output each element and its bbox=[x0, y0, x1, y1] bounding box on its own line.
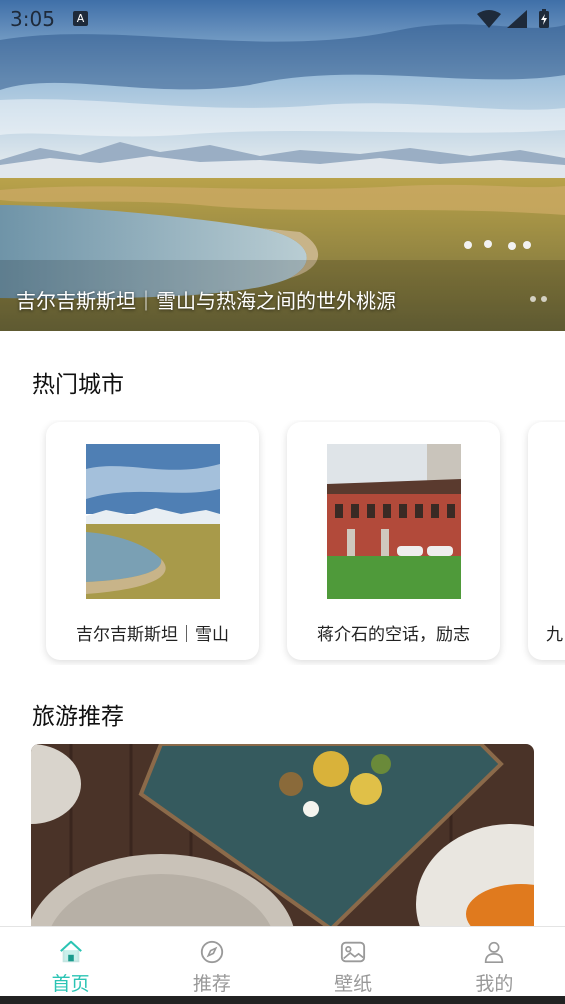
notification-icon: A bbox=[73, 11, 88, 26]
nav-mine-label: 我的 bbox=[475, 973, 514, 995]
city-card[interactable]: 吉尔吉斯斯坦｜雪山 bbox=[46, 422, 259, 660]
city-card-label: 蒋介石的空话，励志 bbox=[317, 625, 470, 645]
wifi-icon bbox=[477, 10, 501, 28]
home-icon bbox=[59, 940, 82, 963]
hot-cities-list[interactable]: 吉尔吉斯斯坦｜雪山 蒋介石的空话，励志 九 bbox=[0, 420, 565, 665]
carousel-indicator bbox=[530, 296, 547, 302]
nav-recommend[interactable]: 推荐 bbox=[141, 927, 282, 996]
city-card-image bbox=[86, 444, 220, 599]
image-icon bbox=[341, 941, 366, 963]
nav-wallpaper-label: 壁纸 bbox=[334, 973, 373, 995]
travel-card-image[interactable] bbox=[31, 744, 534, 934]
app-screen: 3:05 A 吉尔吉斯斯坦｜雪山与热海之间的世外桃源 热门城市 吉尔吉斯斯坦｜雪… bbox=[0, 0, 565, 1004]
carousel-dot bbox=[530, 296, 536, 302]
user-icon bbox=[485, 941, 504, 964]
nav-home-label: 首页 bbox=[51, 973, 90, 995]
status-bar: 3:05 A bbox=[0, 0, 565, 38]
city-card-image bbox=[327, 444, 461, 599]
travel-title: 旅游推荐 bbox=[32, 704, 124, 730]
city-card-label: 九 bbox=[546, 625, 563, 645]
nav-recommend-label: 推荐 bbox=[192, 973, 231, 995]
status-icons bbox=[477, 9, 549, 28]
banner-carousel[interactable]: 3:05 A 吉尔吉斯斯坦｜雪山与热海之间的世外桃源 bbox=[0, 0, 565, 331]
banner-caption[interactable]: 吉尔吉斯斯坦｜雪山与热海之间的世外桃源 bbox=[16, 285, 396, 314]
system-navigation-bar bbox=[0, 996, 565, 1004]
banner-image bbox=[0, 0, 565, 331]
nav-mine[interactable]: 我的 bbox=[424, 927, 565, 996]
bottom-navigation: 首页 推荐 壁纸 我的 bbox=[0, 926, 565, 996]
nav-home[interactable]: 首页 bbox=[0, 927, 141, 996]
hot-cities-title: 热门城市 bbox=[32, 372, 124, 398]
city-card[interactable]: 蒋介石的空话，励志 bbox=[287, 422, 500, 660]
carousel-dot bbox=[541, 296, 547, 302]
compass-icon bbox=[200, 940, 224, 964]
city-card[interactable]: 九 bbox=[528, 422, 565, 660]
nav-wallpaper[interactable]: 壁纸 bbox=[283, 927, 424, 996]
signal-icon bbox=[507, 10, 527, 28]
city-card-label: 吉尔吉斯斯坦｜雪山 bbox=[76, 625, 229, 645]
status-time: 3:05 bbox=[10, 7, 55, 31]
